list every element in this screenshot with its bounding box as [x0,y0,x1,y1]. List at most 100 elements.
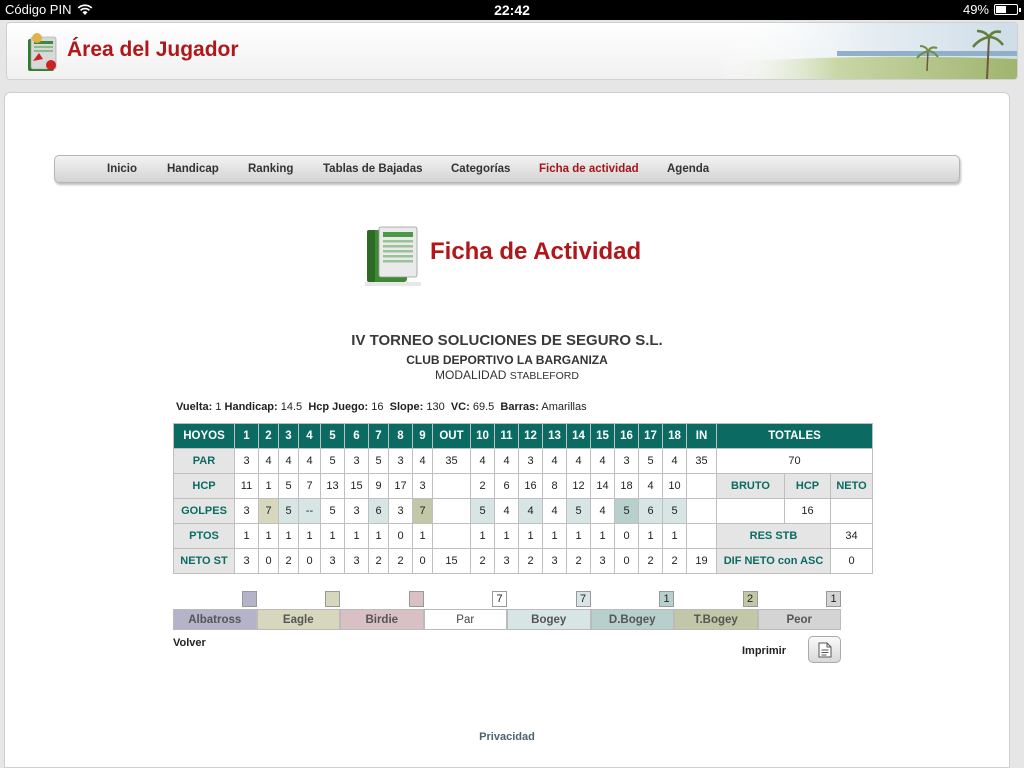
neto-cell: 2 [638,548,663,574]
print-button[interactable] [808,636,841,663]
nav-handicap[interactable]: Handicap [167,163,219,175]
document-icon [818,642,832,658]
scorecard-header-cell: 5 [320,423,345,449]
hcp-cell: 3 [412,473,433,499]
neto-cell: 2 [388,548,413,574]
nav-ficha-de-actividad[interactable]: Ficha de actividad [539,163,639,175]
ptos-row: PTOS 1 1 1 1 1 1 1 0 1 1 1 1 1 1 1 0 1 1 RES STB 34 [173,523,873,549]
legend-count-box: 1 [826,591,841,607]
nav-ranking[interactable]: Ranking [248,163,293,175]
scorecard-header-cell: 13 [542,423,567,449]
par-total: 70 [716,448,873,474]
ptos-cell: 1 [470,523,495,549]
club-name: CLUB DEPORTIVO LA BARGANIZA [406,353,608,367]
legend-label: T.Bogey [674,609,758,630]
neto-cell: 3 [542,548,567,574]
nav-agenda[interactable]: Agenda [667,163,709,175]
golpes-cell: 4 [590,498,615,524]
page-title: Ficha de Actividad [430,238,642,265]
hcp-cell: 2 [470,473,495,499]
totals-subheader: NETO [830,473,873,499]
neto-cell: 0 [258,548,279,574]
golpes-total [716,498,785,524]
par-cell: 4 [542,448,567,474]
legend-label: Bogey [507,609,591,630]
golpes-row: GOLPES 3 7 5 -- 5 3 6 3 7 5 4 4 4 5 4 5 6 5 16 [173,498,873,524]
golpes-cell: 4 [542,498,567,524]
neto-cell: 0 [412,548,433,574]
neto-cell: 2 [518,548,543,574]
scorecard-header-cell: 4 [298,423,321,449]
par-cell: 5 [368,448,389,474]
nav-tablas-de-bajadas[interactable]: Tablas de Bajadas [323,163,423,175]
par-cell: 3 [388,448,413,474]
par-cell: 35 [432,448,471,474]
par-cell: 3 [344,448,369,474]
golpes-total [830,498,873,524]
neto-cell: 15 [432,548,471,574]
modalidad-label: MODALIDAD [435,368,507,382]
scorecard-header-cell: OUT [432,423,471,449]
hcp-cell: 8 [542,473,567,499]
player-book-logo-icon [28,33,57,71]
golpes-cell: 5 [320,498,345,524]
golpes-cell: -- [298,498,321,524]
volver-link[interactable]: Volver [173,637,206,649]
battery-fill [996,6,1006,13]
vuelta-label: Vuelta: [176,401,213,413]
par-cell: 3 [234,448,259,474]
ptos-cell: 1 [542,523,567,549]
par-cell: 4 [298,448,321,474]
scorecard-header-cell: 17 [638,423,663,449]
ptos-cell: 1 [258,523,279,549]
totals-subheader: BRUTO [716,473,785,499]
golpes-cell: 3 [344,498,369,524]
scorecard-header-row: HOYOS 1 2 3 4 5 6 7 8 9 OUT 10 11 12 13 14 15 16 17 18 IN TOT… [173,423,873,449]
header-title: Área del Jugador [67,38,239,61]
scorecard-table: HOYOS 1 2 3 4 5 6 7 8 9 OUT 10 11 12 13 14 15 16 17 18 IN TOT… [173,423,873,574]
neto-cell: 2 [662,548,687,574]
golpes-cell [686,498,717,524]
handicap-label: Handicap: [224,401,278,413]
neto-cell: 19 [686,548,717,574]
privacidad-link[interactable]: Privacidad [0,731,1014,743]
par-cell: 4 [662,448,687,474]
vc-value: 69.5 [472,401,495,413]
neto-cell: 3 [320,548,345,574]
scorecard-header-cell: 3 [278,423,299,449]
scorecard-header-cell: 16 [614,423,639,449]
hcp-cell: 11 [234,473,259,499]
hcp-cell: 17 [388,473,413,499]
barras-value: Amarillas [541,401,587,413]
legend-count-box: 7 [492,591,507,607]
neto-cell: 2 [470,548,495,574]
ptos-cell: 1 [344,523,369,549]
hcp-cell: 6 [494,473,519,499]
nav-inicio[interactable]: Inicio [107,163,137,175]
handicap-value: 14.5 [280,401,303,413]
imprimir-label: Imprimir [742,645,787,657]
scorecard-header-cell: HOYOS [173,423,235,449]
barras-label: Barras: [500,401,539,413]
par-cell: 4 [412,448,433,474]
legend-count-box [241,591,257,607]
ptos-cell: 1 [590,523,615,549]
scorecard-header-cell: 12 [518,423,543,449]
golf-course-scenery-icon [717,23,1017,79]
ptos-cell: 1 [638,523,663,549]
legend-count-box: 7 [575,591,591,607]
par-cell: 4 [278,448,299,474]
legend-count-box: 2 [742,591,758,607]
ptos-cell: 1 [518,523,543,549]
ptos-cell: 1 [662,523,687,549]
nav-categorias[interactable]: Categorías [451,163,510,175]
golpes-cell: 5 [614,498,639,524]
hcp-cell: 4 [638,473,663,499]
neto-cell: 3 [590,548,615,574]
vuelta-value: 1 [215,401,222,413]
par-row: PAR 3 4 4 4 5 3 5 3 4 35 4 4 3 4 4 4 3 5 4 35 70 [173,448,873,474]
row-label-ptos: PTOS [173,523,235,549]
scorecard-header-cell: 2 [258,423,279,449]
status-right: 49% [963,2,1021,17]
ptos-cell: 1 [494,523,519,549]
